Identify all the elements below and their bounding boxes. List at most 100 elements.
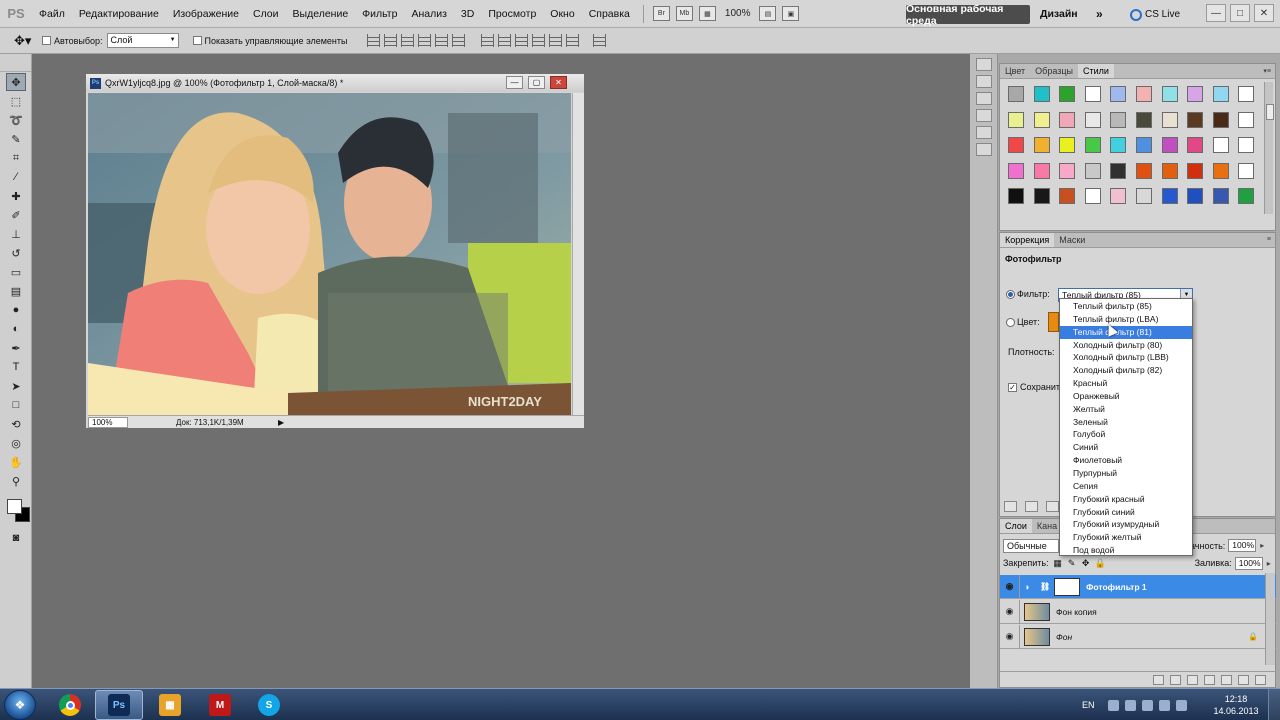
workspace-design-button[interactable]: Дизайн xyxy=(1040,5,1078,24)
distribute-hcenter-icon[interactable] xyxy=(549,34,563,47)
document-size-info[interactable]: Док: 713,1K/1,39M xyxy=(176,418,278,427)
filter-option[interactable]: Зеленый xyxy=(1060,416,1192,429)
style-swatch[interactable] xyxy=(1183,184,1209,210)
style-swatch[interactable] xyxy=(1234,159,1260,185)
tools-grip[interactable] xyxy=(0,54,31,72)
quick-select-tool-icon[interactable]: ✎ xyxy=(6,130,26,148)
tab-swatches[interactable]: Образцы xyxy=(1030,64,1078,78)
filter-option[interactable]: Глубокий желтый xyxy=(1060,531,1192,544)
network-icon[interactable] xyxy=(1124,699,1136,711)
tab-styles[interactable]: Стили xyxy=(1078,64,1114,78)
autoselect-checkbox[interactable] xyxy=(42,36,51,45)
dodge-tool-icon[interactable]: ◐ xyxy=(6,320,26,338)
distribute-bottom-icon[interactable] xyxy=(515,34,529,47)
style-swatch[interactable] xyxy=(1209,184,1235,210)
distribute-right-icon[interactable] xyxy=(566,34,580,47)
document-zoom-field[interactable]: 100% xyxy=(88,416,128,428)
filter-option[interactable]: Фиолетовый xyxy=(1060,454,1192,467)
panel-menu-icon[interactable]: ▾≡ xyxy=(1263,67,1271,75)
taskbar-clock[interactable]: 12:18 14.06.2013 xyxy=(1210,693,1262,717)
foreground-color-swatch[interactable] xyxy=(7,499,22,514)
3d-rotate-tool-icon[interactable]: ⟲ xyxy=(6,415,26,433)
style-swatch[interactable] xyxy=(1030,133,1056,159)
filter-option[interactable]: Красный xyxy=(1060,377,1192,390)
taskbar-app-mcafee[interactable]: M xyxy=(196,690,244,720)
color-swatches[interactable] xyxy=(4,496,32,528)
start-button[interactable]: ❖ xyxy=(4,690,36,720)
style-swatch[interactable] xyxy=(1158,108,1184,134)
style-swatch[interactable] xyxy=(1081,82,1107,108)
layer-style-icon[interactable] xyxy=(1170,674,1181,685)
strip-panel-icon-4[interactable] xyxy=(976,109,992,122)
new-adjustment-icon[interactable] xyxy=(1204,674,1215,685)
new-group-icon[interactable] xyxy=(1221,674,1232,685)
layer-row-background[interactable]: ◉ Фон 🔒 xyxy=(1000,624,1276,649)
style-swatch[interactable] xyxy=(1106,184,1132,210)
filter-option[interactable]: Глубокий изумрудный xyxy=(1060,518,1192,531)
color-radio[interactable] xyxy=(1006,317,1015,327)
minibridge-icon[interactable]: Mb xyxy=(675,6,693,21)
style-swatch[interactable] xyxy=(1081,108,1107,134)
move-tool-icon[interactable]: ✥ xyxy=(6,73,26,91)
tab-masks[interactable]: Маски xyxy=(1054,233,1090,247)
minimize-button[interactable]: — xyxy=(1206,4,1226,22)
path-select-tool-icon[interactable]: ➤ xyxy=(6,377,26,395)
preserve-luminosity-checkbox[interactable] xyxy=(1008,382,1017,392)
menu-item-layers[interactable]: Слои xyxy=(246,0,286,28)
document-title-bar[interactable]: Ps QxrW1yljcq8.jpg @ 100% (Фотофильтр 1,… xyxy=(86,74,584,92)
filter-option[interactable]: Теплый фильтр (85) xyxy=(1060,300,1192,313)
marquee-tool-icon[interactable]: ⬚ xyxy=(6,92,26,110)
document-vertical-scrollbar[interactable] xyxy=(572,93,584,415)
filter-option[interactable]: Теплый фильтр (LBA) xyxy=(1060,313,1192,326)
align-vcenter-icon[interactable] xyxy=(384,34,398,47)
crop-tool-icon[interactable]: ⌗ xyxy=(6,149,26,167)
style-swatch[interactable] xyxy=(1030,159,1056,185)
style-swatch[interactable] xyxy=(1055,133,1081,159)
style-swatch[interactable] xyxy=(1030,184,1056,210)
taskbar-app-chrome[interactable] xyxy=(46,690,94,720)
tab-layers[interactable]: Слои xyxy=(1000,519,1032,533)
style-swatch[interactable] xyxy=(1132,184,1158,210)
strip-panel-icon-3[interactable] xyxy=(976,92,992,105)
strip-panel-icon-6[interactable] xyxy=(976,143,992,156)
eye-icon[interactable]: ◉ xyxy=(1000,574,1020,599)
filter-option[interactable]: Холодный фильтр (80) xyxy=(1060,339,1192,352)
3d-orbit-tool-icon[interactable]: ◎ xyxy=(6,434,26,452)
filter-option[interactable]: Голубой xyxy=(1060,428,1192,441)
eyedropper-tool-icon[interactable]: ⁄ xyxy=(6,168,26,186)
filter-option[interactable]: Холодный фильтр (LBB) xyxy=(1060,351,1192,364)
menu-item-image[interactable]: Изображение xyxy=(166,0,246,28)
menu-item-edit[interactable]: Редактирование xyxy=(72,0,166,28)
action-center-icon[interactable] xyxy=(1158,699,1170,711)
quick-mask-icon[interactable]: ◙ xyxy=(6,529,26,547)
filter-radio[interactable] xyxy=(1006,289,1015,299)
opacity-field[interactable]: 100% xyxy=(1228,539,1264,552)
style-swatch[interactable] xyxy=(1158,82,1184,108)
zoom-level[interactable]: 100% xyxy=(725,8,751,19)
tab-adjustments[interactable]: Коррекция xyxy=(1000,233,1055,247)
align-hcenter-icon[interactable] xyxy=(435,34,449,47)
style-swatch[interactable] xyxy=(1004,82,1030,108)
style-swatch[interactable] xyxy=(1004,133,1030,159)
lock-pixels-icon[interactable]: ✎ xyxy=(1067,558,1077,568)
type-tool-icon[interactable]: T xyxy=(6,358,26,376)
style-swatch[interactable] xyxy=(1234,108,1260,134)
style-swatch[interactable] xyxy=(1234,82,1260,108)
style-swatch[interactable] xyxy=(1234,133,1260,159)
trash-icon[interactable] xyxy=(1255,674,1266,685)
style-swatch[interactable] xyxy=(1004,184,1030,210)
filter-option[interactable]: Глубокий красный xyxy=(1060,493,1192,506)
style-swatch[interactable] xyxy=(1106,82,1132,108)
style-swatch[interactable] xyxy=(1183,82,1209,108)
distribute-vcenter-icon[interactable] xyxy=(498,34,512,47)
document-maximize-button[interactable]: ▢ xyxy=(528,76,545,89)
menu-item-analysis[interactable]: Анализ xyxy=(404,0,453,28)
autoselect-select[interactable]: Слой xyxy=(106,33,179,48)
maximize-button[interactable]: □ xyxy=(1230,4,1250,22)
pen-tool-icon[interactable]: ✒ xyxy=(6,339,26,357)
clone-stamp-tool-icon[interactable]: ⊥ xyxy=(6,225,26,243)
lasso-tool-icon[interactable]: ➰ xyxy=(6,111,26,129)
menu-item-window[interactable]: Окно xyxy=(543,0,581,28)
menu-item-3d[interactable]: 3D xyxy=(454,0,481,28)
style-swatch[interactable] xyxy=(1209,82,1235,108)
